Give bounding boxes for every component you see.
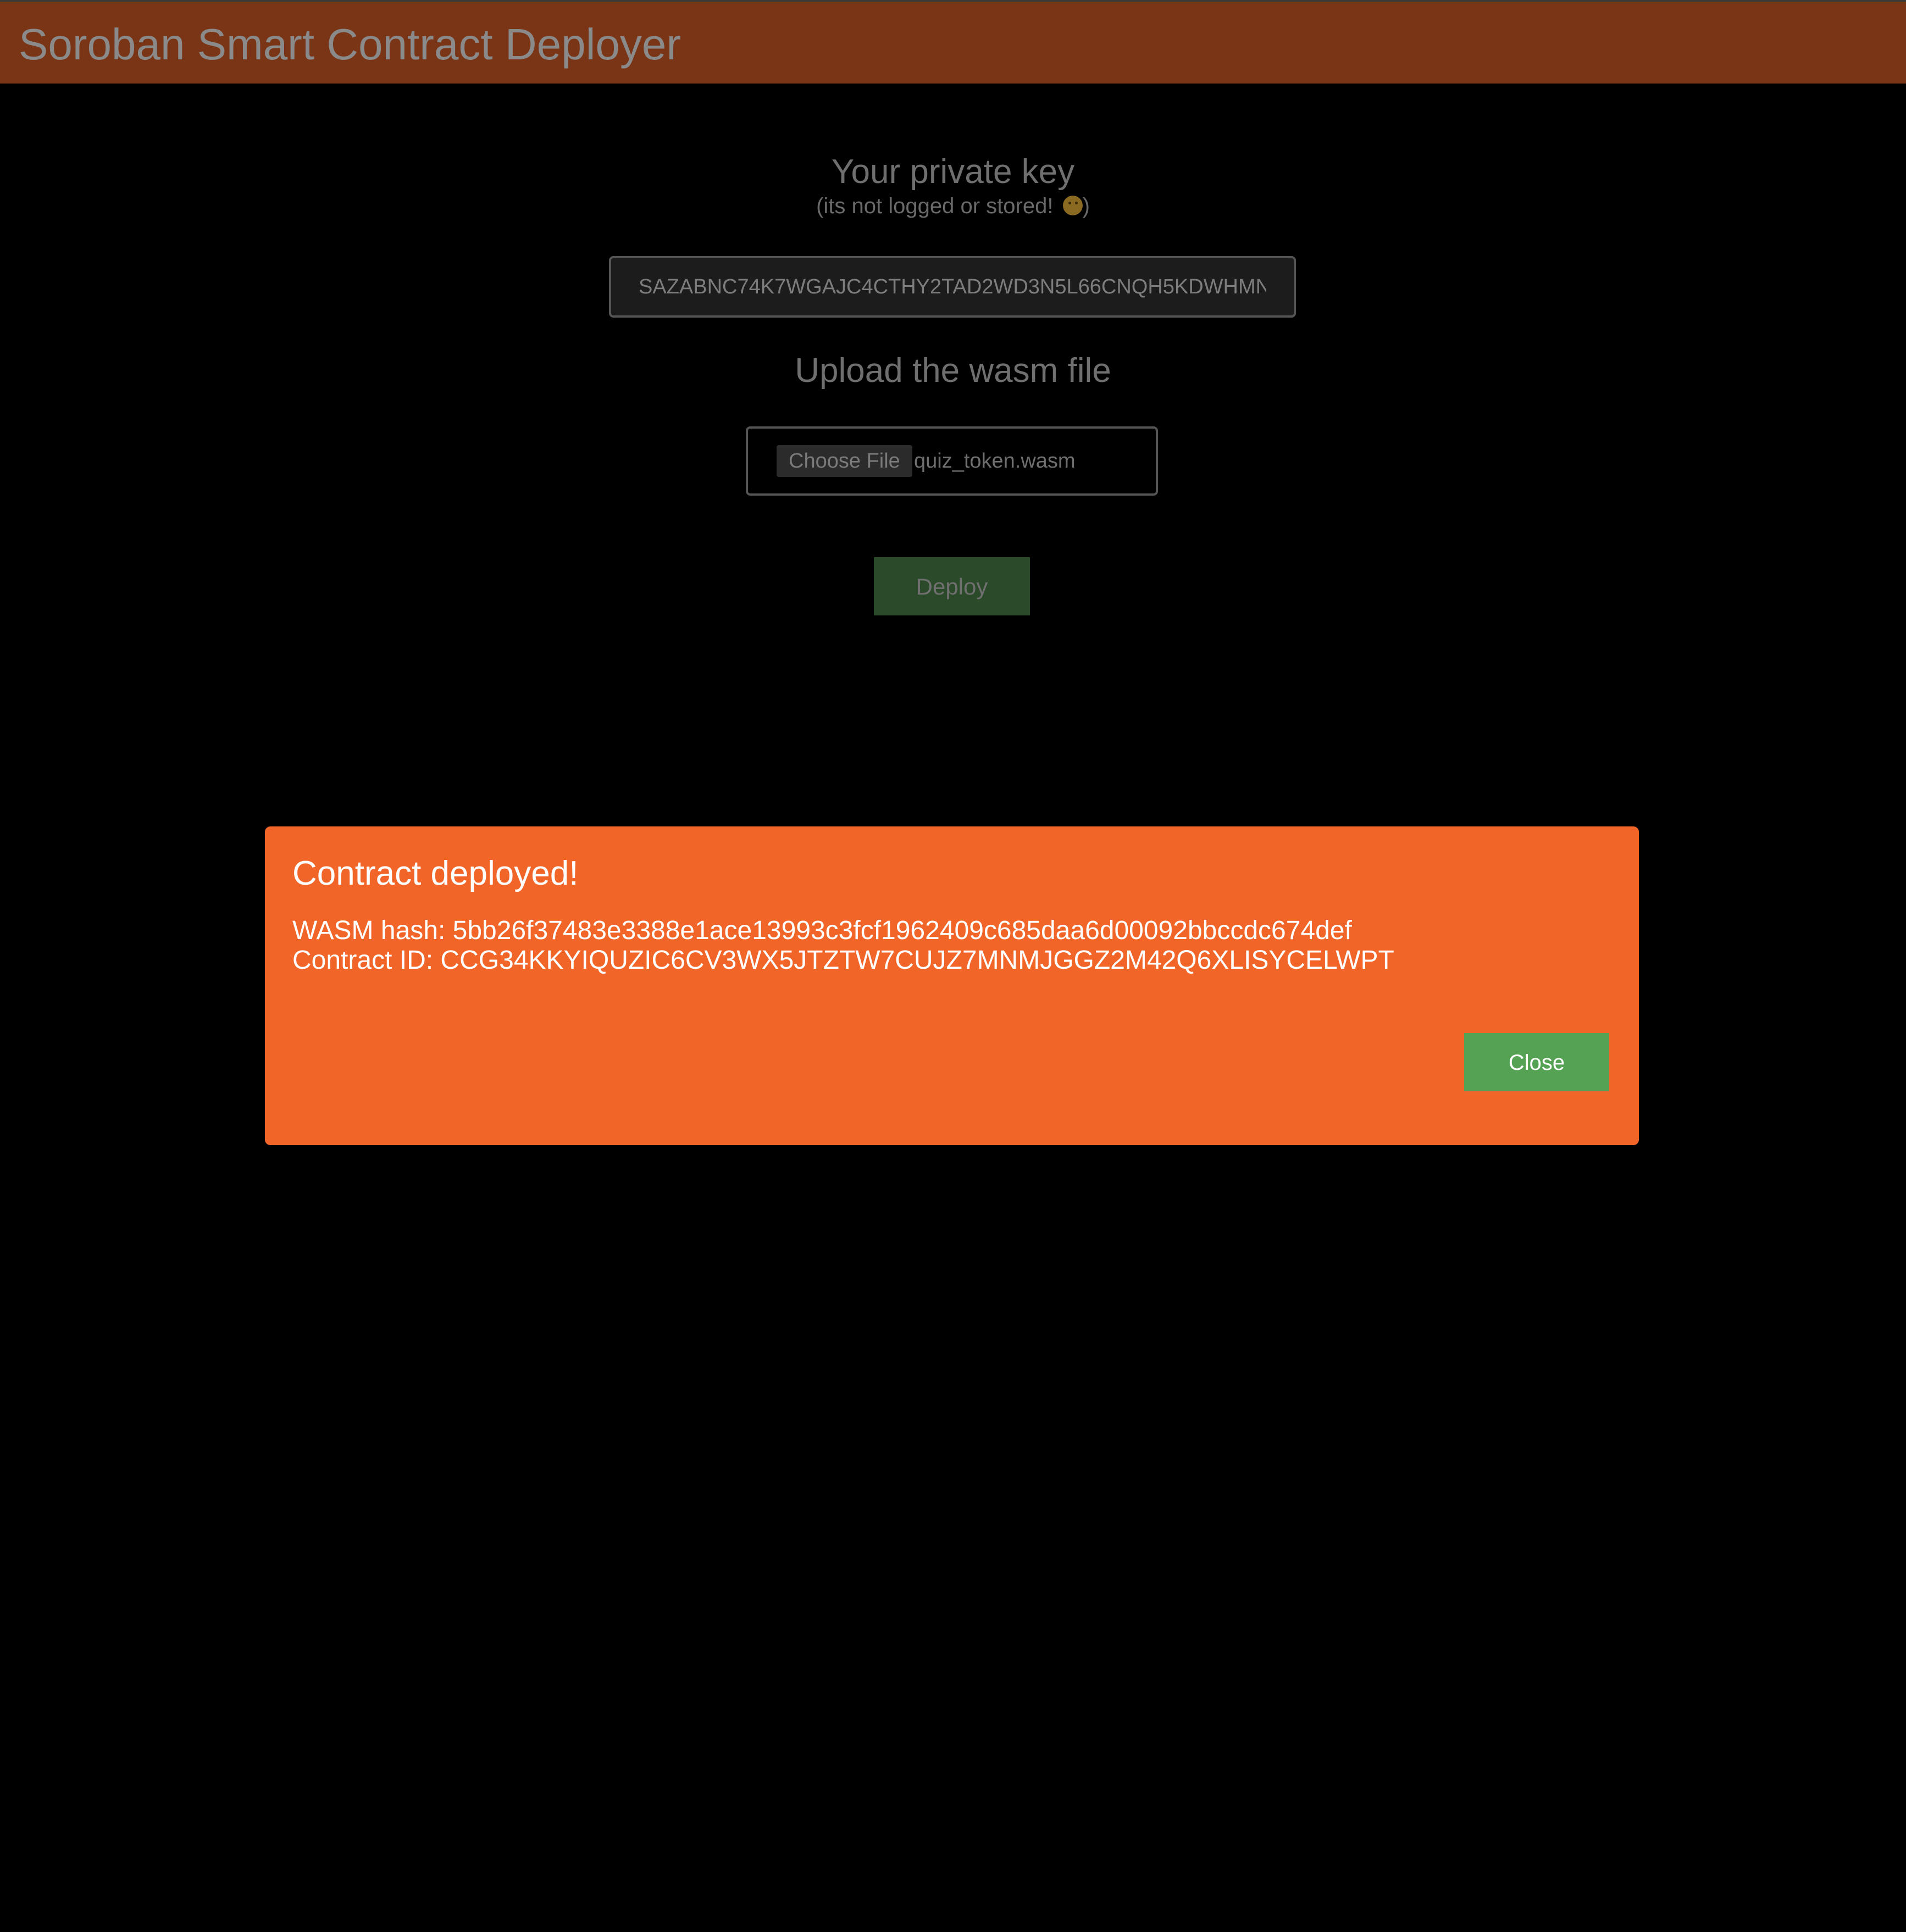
page: Soroban Smart Contract Deployer Your pri… (0, 0, 1906, 1932)
wasm-hash-line: WASM hash: 5bb26f37483e3388e1ace13993c3f… (292, 915, 1352, 946)
upload-heading: Upload the wasm file (795, 352, 1111, 390)
app-title: Soroban Smart Contract Deployer (19, 20, 681, 69)
contract-id-value: CCG34KKYIQUZIC6CV3WX5JTZTW7CUJZ7MNMJGGZ2… (440, 946, 1394, 975)
private-key-note-text: (its not logged or stored! (816, 194, 1060, 218)
selected-file-name: quiz_token.wasm (914, 449, 1076, 473)
private-key-heading: Your private key (831, 153, 1075, 191)
contract-id-line: Contract ID: CCG34KKYIQUZIC6CV3WX5JTZTW7… (292, 945, 1394, 976)
modal-title: Contract deployed! (292, 854, 579, 892)
deploy-button[interactable]: Deploy (874, 557, 1030, 615)
deploy-success-modal: Contract deployed! WASM hash: 5bb26f3748… (265, 826, 1639, 1145)
wink-emoji-icon (1062, 196, 1083, 215)
wasm-hash-label: WASM hash: (292, 916, 453, 945)
private-key-note: (its not logged or stored! ) (0, 192, 1906, 220)
close-button[interactable]: Close (1464, 1033, 1609, 1091)
private-key-input[interactable] (609, 256, 1296, 318)
file-upload-field[interactable]: Choose File quiz_token.wasm (746, 426, 1158, 496)
contract-id-label: Contract ID: (292, 946, 441, 975)
app-header: Soroban Smart Contract Deployer (0, 0, 1906, 84)
choose-file-button[interactable]: Choose File (777, 445, 912, 477)
wasm-hash-value: 5bb26f37483e3388e1ace13993c3fcf1962409c6… (452, 916, 1352, 945)
private-key-note-close: ) (1082, 194, 1090, 218)
